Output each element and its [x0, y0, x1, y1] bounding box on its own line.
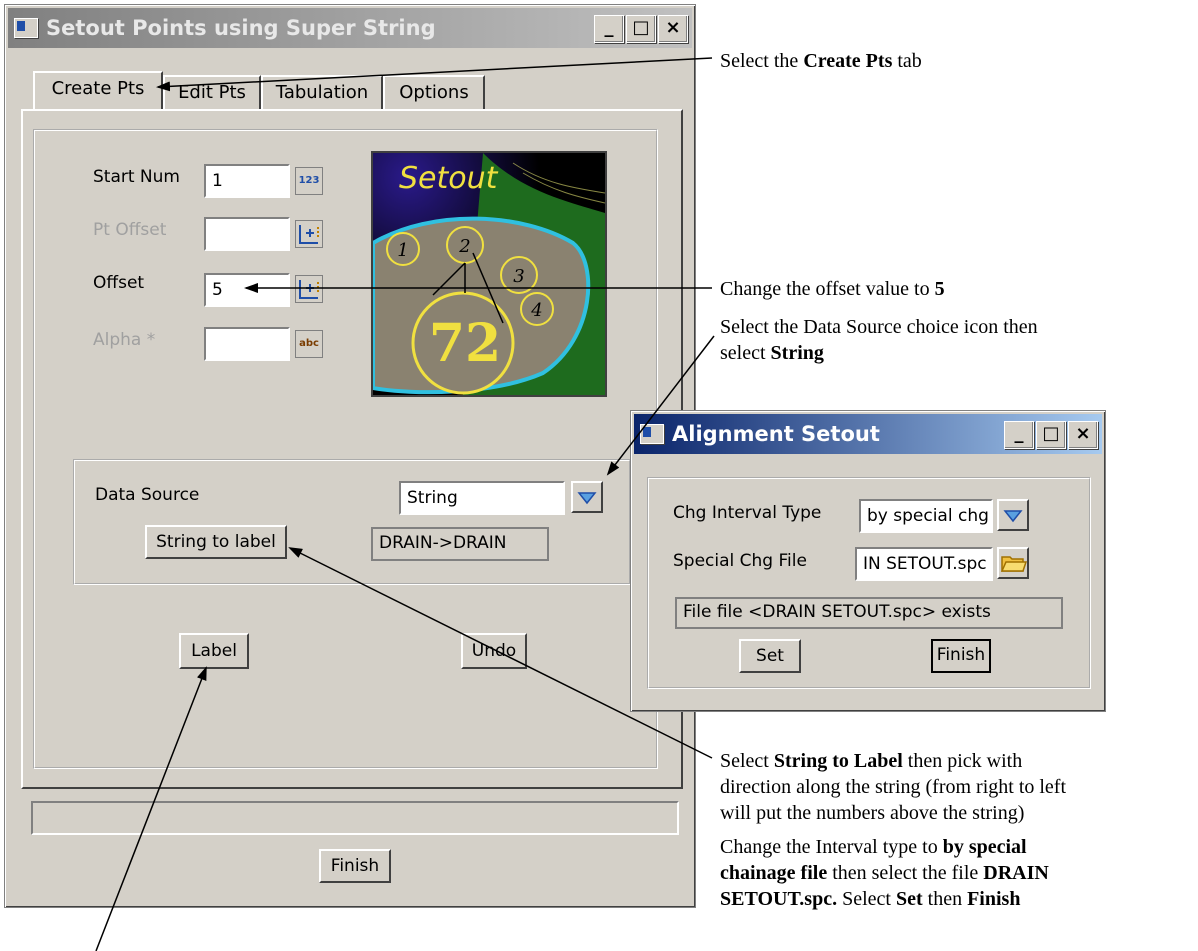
arrow-to-string-to-label [288, 547, 713, 759]
arrow-to-label-button [95, 666, 207, 951]
callout-arrows [95, 57, 715, 951]
arrow-to-data-source-dropdown [606, 335, 715, 476]
arrow-to-create-pts-tab [156, 57, 713, 92]
